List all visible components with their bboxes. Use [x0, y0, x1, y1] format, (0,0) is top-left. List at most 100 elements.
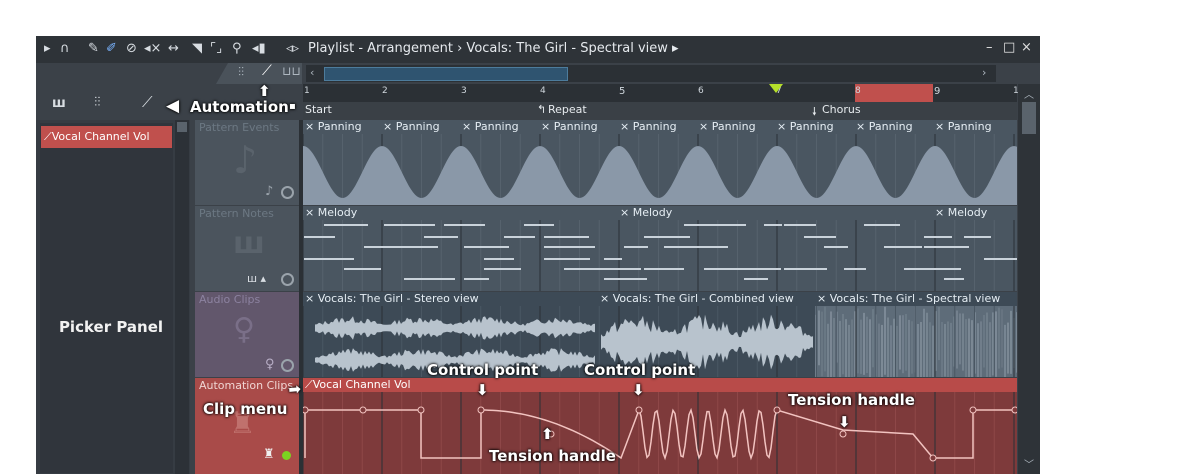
repeat-icon: ↰ — [537, 103, 547, 116]
piano-icon[interactable]: ⊔⊔ — [282, 64, 301, 78]
pencil-icon[interactable]: ✎ — [88, 40, 99, 58]
picker-item-vocal-channel-vol[interactable]: ⟋Vocal Channel Vol — [41, 126, 172, 148]
clip-title-combined-view[interactable]: × Vocals: The Girl - Combined view — [600, 292, 812, 306]
automation-point[interactable] — [969, 406, 977, 414]
window-title: Playlist - Arrangement › Vocals: The Gir… — [308, 41, 679, 56]
audio-wave-icon[interactable]: ⫶⫶ — [238, 65, 244, 80]
clip-title-panning-8[interactable]: × Panning — [856, 120, 913, 134]
marker-repeat[interactable]: Repeat — [548, 103, 587, 116]
clip-title-spectral-view[interactable]: × Vocals: The Girl - Spectral view — [817, 292, 1017, 306]
clip-title-panning-1[interactable]: × Panning — [305, 120, 362, 134]
automation-point[interactable] — [773, 406, 781, 414]
playback-icon[interactable]: ◂▮ — [252, 40, 266, 58]
overview-scrollbar[interactable]: ‹ › — [306, 65, 996, 82]
clip-title-panning-5[interactable]: × Panning — [620, 120, 677, 134]
minimize-button[interactable]: – — [986, 40, 993, 55]
note-icon: ♪ — [233, 138, 258, 182]
playhead-marker[interactable] — [769, 84, 783, 93]
automation-point[interactable] — [477, 406, 485, 414]
magnet-icon[interactable]: ∩ — [60, 40, 70, 58]
automation-picker-icon[interactable]: ⟋ — [142, 93, 153, 111]
automation-point[interactable] — [303, 406, 309, 414]
arrow-up-icon: ⬆ — [258, 82, 271, 100]
zoom-icon[interactable]: ⚲ — [232, 40, 242, 58]
mute-icon[interactable]: ◂× — [144, 40, 161, 58]
select-icon[interactable]: ⌜⌟ — [210, 40, 222, 58]
audio-picker-icon[interactable]: ⫶⫶ — [94, 95, 101, 110]
track-led-active[interactable] — [282, 451, 291, 460]
automation-curve-icon: ⟋ — [44, 130, 52, 143]
delete-icon[interactable]: ⊘ — [126, 40, 137, 58]
bar-3: 3 — [461, 86, 467, 96]
clip-title-melody-2[interactable]: × Melody — [620, 206, 672, 220]
title-bar: ▸ ∩ ✎ ✐ ⊘ ◂× ↔ ◥ ⌜⌟ ⚲ ◂▮ ◃▹ Playlist - A… — [36, 36, 1040, 63]
overview-thumb[interactable] — [324, 67, 568, 81]
track-led[interactable] — [281, 273, 294, 286]
clip-title-stereo-view[interactable]: × Vocals: The Girl - Stereo view — [305, 292, 595, 306]
track-led[interactable] — [281, 186, 294, 199]
vscroll-thumb[interactable] — [1022, 102, 1036, 134]
slice-icon[interactable]: ◥ — [192, 40, 202, 58]
lane-pattern-notes[interactable]: × Melody × Melody × Melody — [303, 206, 1017, 291]
maximize-button[interactable]: □ — [1003, 40, 1015, 55]
annotation-control-point-2: Control point — [584, 361, 696, 379]
clip-title-melody-3[interactable]: × Melody — [935, 206, 987, 220]
track-header-pattern-notes[interactable]: Pattern Notes ш ш ▴ — [195, 206, 299, 291]
track-header-audio-clips[interactable]: Audio Clips ♀ ♀ — [195, 292, 299, 377]
annotation-tension-handle-2: Tension handle — [788, 391, 915, 409]
picker-list — [40, 123, 173, 473]
annotation-control-point-1: Control point — [427, 361, 539, 379]
slip-icon[interactable]: ↔ — [168, 40, 179, 58]
scroll-right-icon[interactable]: › — [982, 66, 986, 79]
lane-pattern-events[interactable]: × Panning × Panning × Panning × Panning … — [303, 120, 1017, 205]
picker-scrollbar[interactable] — [175, 120, 189, 474]
clip-title-panning-4[interactable]: × Panning — [541, 120, 598, 134]
clip-title-panning-3[interactable]: × Panning — [462, 120, 519, 134]
picker-panel-label: Picker Panel — [58, 318, 164, 336]
arrow-up-icon: ⬆ — [541, 425, 554, 443]
automation-point[interactable] — [635, 406, 643, 414]
knob-small-icon: ♜ — [263, 447, 275, 462]
automation-point[interactable] — [839, 430, 847, 438]
piano-roll-icon: ш — [233, 226, 265, 261]
marker-start[interactable]: Start — [305, 103, 332, 116]
scroll-down-icon[interactable]: ﹀ — [1024, 456, 1034, 471]
clip-title-panning-7[interactable]: × Panning — [777, 120, 834, 134]
female-small-icon: ♀ — [265, 357, 275, 372]
scroll-up-icon[interactable]: ︿ — [1024, 86, 1034, 101]
bar-5: 5 — [619, 86, 626, 97]
bar-1: 1 — [304, 86, 310, 96]
automation-point[interactable] — [417, 406, 425, 414]
play-arrow-icon[interactable]: ▸ — [44, 40, 51, 58]
piano-small-icon: ш ▴ — [247, 272, 267, 285]
bar-8: 8 — [855, 86, 861, 96]
track-led[interactable] — [281, 359, 294, 372]
female-icon: ♀ — [233, 312, 255, 347]
picker-scroll-thumb[interactable] — [177, 122, 187, 132]
scroll-left-icon[interactable]: ‹ — [310, 66, 314, 79]
vertical-scrollbar[interactable]: ︿ ﹀ — [1018, 84, 1040, 474]
marker-chorus[interactable]: Chorus — [822, 103, 861, 116]
annotation-tension-handle-1: Tension handle — [489, 447, 616, 465]
bar-6: 6 — [698, 86, 704, 96]
clip-title-melody-1[interactable]: × Melody — [305, 206, 357, 220]
automation-curve-icon[interactable]: ⟋ — [262, 63, 272, 79]
automation-point[interactable] — [359, 406, 367, 414]
clip-title-panning-2[interactable]: × Panning — [383, 120, 440, 134]
arrow-left-icon: ◀ — [166, 96, 180, 116]
automation-point[interactable] — [929, 454, 937, 462]
note-small-icon: ♪ — [265, 184, 274, 199]
arrow-down-icon: ⬇ — [476, 381, 489, 399]
timeline-ruler[interactable]: 1 2 3 4 5 6 7 8 9 1 Start ↰ Repeat 🠗 Cho… — [303, 84, 1019, 120]
close-button[interactable]: × — [1021, 40, 1032, 55]
bar-2: 2 — [382, 86, 388, 96]
track-header-pattern-events[interactable]: Pattern Events ♪ ♪ — [195, 120, 299, 205]
arrows-icon[interactable]: ◃▹ — [286, 40, 299, 58]
clip-title-panning-6[interactable]: × Panning — [699, 120, 756, 134]
clip-title-panning-9[interactable]: × Panning — [935, 120, 992, 134]
automation-point[interactable] — [1011, 406, 1017, 414]
annotation-automation: Automation — [190, 98, 289, 116]
clip-title-vocal-channel-vol[interactable]: ⟋Vocal Channel Vol — [305, 378, 411, 392]
pattern-picker-icon[interactable]: ш — [52, 96, 66, 111]
brush-icon[interactable]: ✐ — [106, 40, 117, 58]
